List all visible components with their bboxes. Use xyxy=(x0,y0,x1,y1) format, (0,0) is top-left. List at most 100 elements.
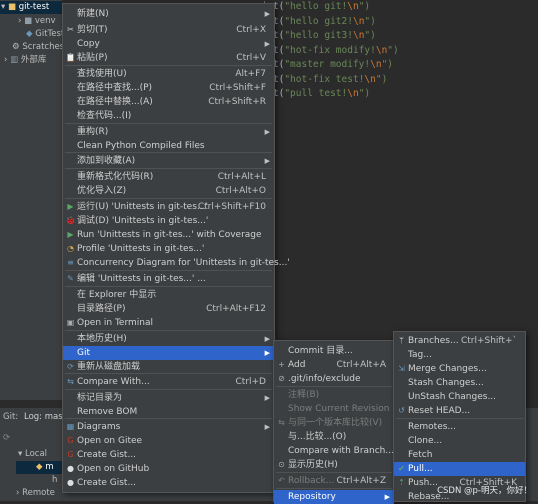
menu-item[interactable]: 添加到收藏(A) ▶ xyxy=(63,154,274,168)
menu-item[interactable]: 重构(R) ▶ xyxy=(63,125,274,139)
menu-item-icon: ◔ xyxy=(67,244,74,253)
menu-item[interactable]: ↶ Rollback... Ctrl+Alt+Z xyxy=(274,474,394,488)
menu-item[interactable]: Git ▶ xyxy=(63,346,274,360)
menu-item-icon: ▦ xyxy=(66,422,75,431)
menu-item[interactable]: Remove BOM xyxy=(63,405,274,419)
menu-item[interactable]: Repository ▶ xyxy=(274,490,394,504)
code-escape: \n xyxy=(347,88,359,99)
local-branches-node[interactable]: ▾ Local xyxy=(18,448,47,461)
branch-row[interactable]: ◆ m xyxy=(16,461,62,474)
menu-item[interactable]: Clean Python Compiled Files xyxy=(63,139,274,153)
chevron-down-icon: ▾ xyxy=(18,449,23,459)
menu-item[interactable]: G Create Gist... xyxy=(63,448,274,462)
menu-item[interactable]: ▦ Diagrams ▶ xyxy=(63,420,274,434)
menu-item[interactable]: 查找使用(U) Alt+F7 xyxy=(63,67,274,81)
menu-item[interactable]: ⇆ 与同一个版本库比较(V) xyxy=(274,416,394,430)
menu-item[interactable]: 在 Explorer 中显示 xyxy=(63,288,274,302)
menu-item-label: Create Gist... xyxy=(77,478,137,488)
menu-item-icon: ▶ xyxy=(67,202,74,211)
menu-item[interactable]: Fetch xyxy=(394,448,525,462)
menu-item[interactable]: 注释(B) xyxy=(274,388,394,402)
menu-item-icon: ▶ xyxy=(67,230,74,239)
menu-item-icon: ⊘ xyxy=(278,374,285,383)
menu-item[interactable]: ≡ Concurrency Diagram for 'Unittests in g… xyxy=(63,256,290,270)
menu-item[interactable]: ◔ Profile 'Unittests in git-tes...' xyxy=(63,242,274,256)
menu-item[interactable]: ▣ Open in Terminal xyxy=(63,316,274,330)
menu-item-label: Remove BOM xyxy=(77,407,138,417)
menu-item[interactable]: 📋 粘贴(P) Ctrl+V xyxy=(63,51,274,65)
menu-item[interactable]: G Open on Gitee xyxy=(63,434,274,448)
menu-item[interactable]: ● Create Gist... xyxy=(63,476,274,490)
tree-item-gittest[interactable]: ◆ GitTest xyxy=(26,28,64,41)
git-tab[interactable]: Git: xyxy=(3,411,18,424)
menu-separator xyxy=(65,286,272,287)
menu-separator xyxy=(65,65,272,66)
menu-item-label: 重新从磁盘加载 xyxy=(77,362,141,372)
menu-item-label: Rollback... xyxy=(288,476,335,486)
menu-item[interactable]: Tag... xyxy=(394,348,525,362)
menu-item-shortcut: Ctrl+V xyxy=(236,53,266,63)
menu-item[interactable]: 🐞 调试(D) 'Unittests in git-tes...' xyxy=(63,214,274,228)
menu-item[interactable]: 与...比较...(O) xyxy=(274,430,394,444)
menu-item[interactable]: ᛘ Branches... Ctrl+Shift+` xyxy=(394,334,525,348)
submenu-arrow-icon: ▶ xyxy=(264,10,270,18)
menu-item-icon: ⊙ xyxy=(278,460,285,469)
menu-item[interactable]: Compare with Branch... xyxy=(274,444,394,458)
menu-item[interactable]: ⟳ 重新从磁盘加载 xyxy=(63,360,274,374)
menu-item-icon: ⇆ xyxy=(67,377,74,386)
menu-item-label: 剪切(T) xyxy=(77,25,108,35)
menu-item[interactable]: ✂ 剪切(T) Ctrl+X xyxy=(63,23,274,37)
menu-item[interactable]: Commit 目录... xyxy=(274,344,394,358)
menu-item-icon: 🐞 xyxy=(65,216,76,225)
menu-item[interactable]: ● Open on GitHub xyxy=(63,462,274,476)
menu-item[interactable]: Remotes... xyxy=(394,420,525,434)
menu-item[interactable]: 本地历史(H) ▶ xyxy=(63,332,274,346)
branch-label: m xyxy=(45,462,54,472)
menu-item[interactable]: ✎ 编辑 'Unittests in git-tes...' ... xyxy=(63,272,274,286)
tree-root-git-test[interactable]: ▾ ■ git-test xyxy=(0,1,62,14)
menu-separator xyxy=(65,198,272,199)
menu-item[interactable]: ✔ Pull... xyxy=(394,462,525,476)
menu-item[interactable]: Copy ▶ xyxy=(63,37,274,51)
code-escape: \n xyxy=(364,73,376,85)
menu-item[interactable]: 新建(N) ▶ xyxy=(63,7,274,21)
menu-item[interactable]: ↺ Reset HEAD... xyxy=(394,404,525,418)
tree-item-scratches[interactable]: ⚙ Scratches xyxy=(12,41,64,54)
remote-branches-node[interactable]: › Remote xyxy=(16,487,55,500)
menu-item[interactable]: ▶ 运行(U) 'Unittests in git-tes...' Ctrl+Shi… xyxy=(63,200,274,214)
menu-item-shortcut: Ctrl+Shift+R xyxy=(208,97,266,107)
menu-item[interactable]: Clone... xyxy=(394,434,525,448)
menu-item[interactable]: ⇆ Compare With... Ctrl+D xyxy=(63,375,274,389)
menu-item[interactable]: 目录路径(P) Ctrl+Alt+F12 xyxy=(63,302,274,316)
menu-item-label: Open on Gitee xyxy=(77,436,143,446)
menu-item[interactable]: 在路径中查找...(P) Ctrl+Shift+F xyxy=(63,81,274,95)
branch-row[interactable]: h xyxy=(52,474,57,487)
tree-item-external-libs[interactable]: › ▥ 外部库 xyxy=(4,54,46,67)
menu-item[interactable]: ⊙ 显示历史(H) xyxy=(274,458,394,472)
tree-item-venv[interactable]: › ■ venv xyxy=(18,15,56,28)
menu-item-label: Copy xyxy=(77,39,100,49)
menu-separator xyxy=(276,472,392,473)
menu-item-label: 在路径中替换...(A) xyxy=(77,97,153,107)
menu-item-label: 与同一个版本库比较(V) xyxy=(288,418,383,428)
code-end: ") xyxy=(358,1,371,12)
refresh-icon[interactable]: ⟳ xyxy=(3,432,10,445)
log-tab[interactable]: Log: mas xyxy=(24,411,63,424)
menu-item[interactable]: UnStash Changes... xyxy=(394,390,525,404)
menu-item[interactable]: 标记目录为 ▶ xyxy=(63,391,274,405)
menu-item[interactable]: 检查代码...(I) xyxy=(63,109,274,123)
menu-item[interactable]: ⇲ Merge Changes... xyxy=(394,362,525,376)
menu-item-icon: ⇆ xyxy=(278,418,285,427)
menu-item[interactable]: ⊘ .git/info/exclude xyxy=(274,372,394,386)
menu-item[interactable]: 优化导入(Z) Ctrl+Alt+O xyxy=(63,184,274,198)
menu-item[interactable]: Stash Changes... xyxy=(394,376,525,390)
menu-item[interactable]: ▶ Run 'Unittests in git-tes...' with Cove… xyxy=(63,228,274,242)
menu-item[interactable]: 在路径中替换...(A) Ctrl+Shift+R xyxy=(63,95,274,109)
menu-item[interactable]: + Add Ctrl+Alt+A xyxy=(274,358,394,372)
submenu-arrow-icon: ▶ xyxy=(264,394,270,402)
menu-item-label: Push... xyxy=(408,478,438,488)
menu-item-label: Clone... xyxy=(408,436,443,446)
menu-item[interactable]: Show Current Revision xyxy=(274,402,394,416)
menu-item[interactable]: 重新格式化代码(R) Ctrl+Alt+L xyxy=(63,170,274,184)
menu-item-label: 目录路径(P) xyxy=(77,304,126,314)
